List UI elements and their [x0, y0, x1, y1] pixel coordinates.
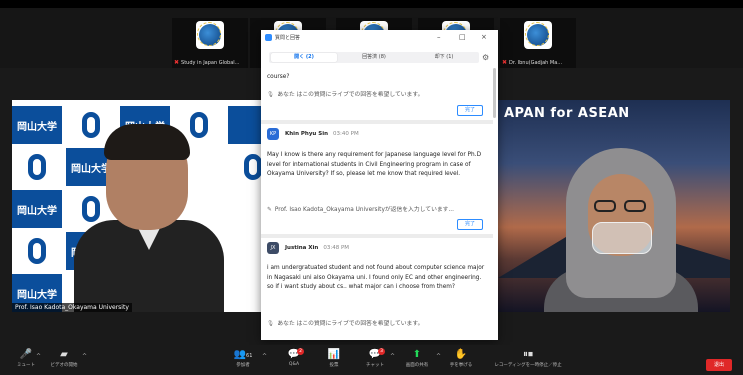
question-time: 03:48 PM — [323, 245, 350, 251]
start-video-label: ビデオの開始 — [50, 363, 78, 368]
leave-button[interactable]: 退出 — [706, 359, 732, 371]
tab-open[interactable]: 開く (2) — [271, 53, 337, 62]
close-button[interactable]: × — [481, 33, 487, 41]
qa-list[interactable]: course? 🎙 あなた はこの質問にライブでの回答を希望しています。 完了 K… — [261, 68, 493, 340]
participants-label: 参加者 — [236, 363, 250, 368]
chat-icon: 💬 — [368, 349, 382, 360]
chat-badge: 3 — [378, 348, 385, 355]
question-text: i am undergratuated student and not foun… — [267, 265, 485, 290]
live-answer-note: あなた はこの質問にライブでの回答を希望しています。 — [277, 92, 424, 98]
chevron-up-icon[interactable]: ^ — [390, 353, 395, 360]
divider — [261, 120, 493, 124]
backdrop-text: 岡山大学 — [12, 190, 62, 228]
study-in-japan-logo — [524, 21, 552, 49]
top-bar — [0, 0, 743, 8]
gear-icon[interactable]: ⚙ — [482, 53, 489, 62]
share-screen-icon: ⬆ — [412, 349, 422, 360]
participants-icon: 👥61 — [233, 349, 253, 360]
video-tile-left[interactable]: 岡山大学 岡山大学 岡山大学 岡山大学 岡山大学 岡山大学 Prof. Isao… — [12, 100, 274, 312]
polling-label: 投票 — [329, 363, 339, 368]
chevron-up-icon[interactable]: ^ — [36, 353, 41, 360]
banner-text: APAN for ASEAN — [504, 106, 630, 121]
participant-name-label: Prof. Isao Kadota_Okayama University — [12, 303, 132, 312]
avatar: KP — [267, 128, 279, 140]
participant-count: 61 — [246, 353, 253, 359]
question-time: 03:40 PM — [333, 131, 359, 137]
start-video-button[interactable]: ▰ ビデオの開始 — [46, 348, 82, 374]
attendee-figure — [536, 148, 706, 312]
backdrop-text: 岡山大学 — [12, 106, 62, 144]
qa-button[interactable]: 💬 2 Q&A — [282, 348, 306, 374]
okayama-logo — [244, 154, 262, 180]
live-answer-note: あなた はこの質問にライブでの回答を希望しています。 — [277, 321, 424, 327]
typing-note: Prof. Isao Kadota_Okayama Universityが返信を… — [274, 207, 454, 213]
qa-window: 質問と回答 – □ × 開く (2) 回答済 (8) 却下 (1) ⚙ cour… — [261, 30, 498, 340]
okayama-logo — [28, 238, 46, 264]
question-text: May I know is there any requirement for … — [267, 152, 482, 177]
chevron-up-icon[interactable]: ^ — [436, 353, 441, 360]
qa-badge: 2 — [297, 348, 304, 355]
recording-button[interactable]: ⏸⏹ レコーディングを一時停止／停止 — [486, 348, 570, 374]
muted-mic-icon: ✖ — [174, 59, 180, 66]
muted-mic-icon: ✖ — [502, 59, 508, 66]
polling-icon: 📊 — [327, 349, 341, 360]
mic-icon: 🎙 — [267, 321, 275, 327]
participants-button[interactable]: 👥61 参加者 — [230, 348, 256, 374]
mic-icon: 🎙 — [267, 92, 275, 98]
okayama-logo — [28, 154, 46, 180]
raise-hand-label: 手を挙げる — [449, 363, 473, 368]
participant-thumbnail[interactable]: ✖ Dr. Ibnu(Gadjah Ma... — [500, 18, 576, 68]
video-tile-right[interactable]: APAN for ASEAN — [498, 100, 730, 312]
recording-icon: ⏸⏹ — [523, 349, 533, 360]
tab-dismissed[interactable]: 却下 (1) — [411, 53, 477, 62]
meeting-toolbar: 🎤 ミュート ^ ▰ ビデオの開始 ^ 👥61 参加者 ^ 💬 2 Q&A 📊 … — [0, 345, 743, 375]
question-text: course? — [267, 74, 290, 80]
participant-thumbnail[interactable]: ✖ Study in Japan Global... — [172, 18, 248, 68]
chevron-up-icon[interactable]: ^ — [82, 353, 87, 360]
asker-name: Khin Phyu Sin — [285, 131, 329, 137]
done-button[interactable]: 完了 — [457, 219, 483, 230]
study-in-japan-logo — [196, 21, 224, 49]
pencil-icon: ✎ — [267, 207, 272, 213]
qa-window-title: 質問と回答 — [275, 35, 301, 41]
scrollbar[interactable] — [493, 68, 496, 118]
thumbnail-name: Study in Japan Global... — [181, 60, 240, 66]
done-button[interactable]: 完了 — [457, 105, 483, 116]
divider — [261, 234, 493, 238]
raise-hand-button[interactable]: ✋ 手を挙げる — [446, 348, 476, 374]
chevron-up-icon[interactable]: ^ — [262, 353, 267, 360]
raise-hand-icon: ✋ — [454, 349, 468, 360]
mute-button[interactable]: 🎤 ミュート — [12, 348, 40, 374]
minimize-button[interactable]: – — [437, 33, 441, 41]
recording-label: レコーディングを一時停止／停止 — [494, 363, 562, 368]
maximize-button[interactable]: □ — [459, 33, 466, 41]
qa-tab-bar: 開く (2) 回答済 (8) 却下 (1) — [269, 52, 479, 63]
mute-label: ミュート — [17, 363, 35, 368]
zoom-app-icon — [265, 34, 272, 41]
asker-name: Justina Xin — [285, 245, 319, 251]
speaker-figure — [74, 124, 224, 312]
tab-answered[interactable]: 回答済 (8) — [341, 53, 407, 62]
chat-button[interactable]: 💬 3 チャット — [360, 348, 390, 374]
chat-label: チャット — [366, 363, 384, 368]
share-screen-label: 画面の共有 — [405, 363, 429, 368]
polling-button[interactable]: 📊 投票 — [322, 348, 346, 374]
qa-label: Q&A — [288, 362, 300, 367]
share-screen-button[interactable]: ⬆ 画面の共有 — [400, 348, 434, 374]
video-off-icon: ▰ — [60, 349, 68, 360]
avatar: JX — [267, 242, 279, 254]
thumbnail-name: Dr. Ibnu(Gadjah Ma... — [509, 60, 563, 66]
qa-title-bar[interactable]: 質問と回答 – □ × — [261, 30, 498, 46]
